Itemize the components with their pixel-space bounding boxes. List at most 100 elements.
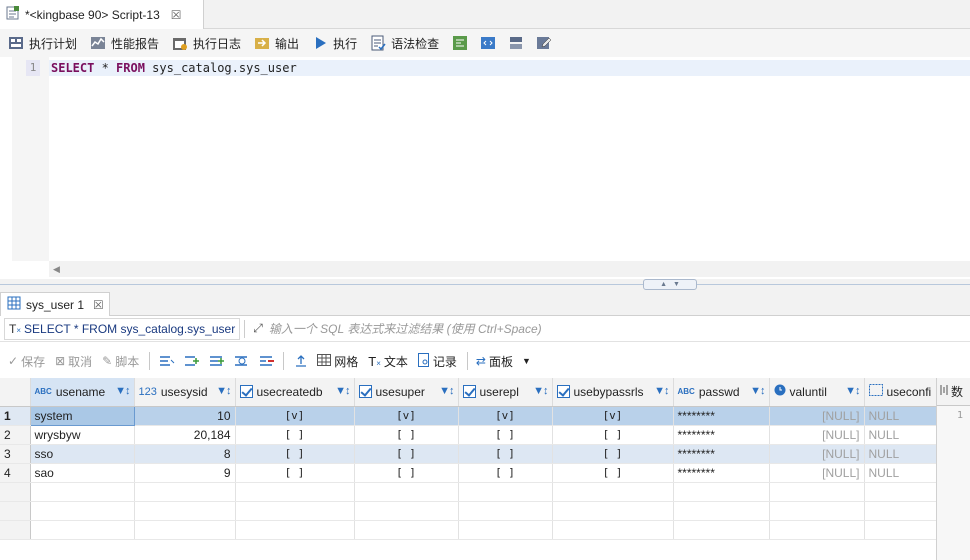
filter-sort-icon[interactable]: ▼↕ bbox=[335, 385, 350, 397]
table-row[interactable]: 4 sao 9 [ ] [ ] [ ] [ ] ******** [NULL] … bbox=[0, 463, 937, 483]
table-cell[interactable]: ******** bbox=[673, 444, 770, 464]
column-header-usecreatedb[interactable]: usecreatedb ▼↕ bbox=[235, 378, 355, 407]
save-button[interactable]: ✓ 保存 bbox=[8, 353, 45, 370]
table-cell[interactable]: [ ] bbox=[552, 425, 674, 445]
close-icon[interactable]: ☒ bbox=[171, 8, 182, 22]
edit-pencil-icon[interactable] bbox=[535, 34, 553, 52]
table-cell[interactable]: [v] bbox=[235, 406, 355, 426]
insert-row-icon[interactable] bbox=[183, 352, 201, 370]
close-icon[interactable]: ☒ bbox=[93, 298, 104, 312]
grid-view-button[interactable]: 网格 bbox=[317, 353, 358, 370]
layout-panel-icon[interactable] bbox=[507, 34, 525, 52]
filter-sort-icon[interactable]: ▼↕ bbox=[115, 385, 130, 397]
table-cell[interactable]: ******** bbox=[673, 425, 770, 445]
duplicate-row-icon[interactable] bbox=[208, 352, 226, 370]
text-view-button[interactable]: T× 文本 bbox=[368, 353, 408, 370]
table-cell[interactable]: [ ] bbox=[458, 444, 553, 464]
row-number[interactable]: 3 bbox=[0, 444, 31, 464]
row-number[interactable]: 4 bbox=[0, 463, 31, 483]
table-cell[interactable]: [ ] bbox=[235, 444, 355, 464]
code-line[interactable]: SELECT * FROM sys_catalog.sys_user bbox=[49, 60, 970, 76]
column-header-passwd[interactable]: ABC passwd ▼↕ bbox=[673, 378, 770, 407]
filter-sort-icon[interactable]: ▼↕ bbox=[439, 385, 454, 397]
table-cell[interactable]: [ ] bbox=[552, 444, 674, 464]
row-number[interactable]: 2 bbox=[0, 425, 31, 445]
splitter-grip[interactable]: ▲ ▼ bbox=[643, 279, 697, 290]
result-grid[interactable]: ABC usename ▼↕ 123 usesysid ▼↕ usecreatedb ▼↕… bbox=[0, 378, 970, 560]
record-view-button[interactable]: 记录 bbox=[417, 352, 457, 370]
filter-sort-icon[interactable]: ▼↕ bbox=[845, 385, 860, 397]
delete-row-icon[interactable] bbox=[258, 352, 276, 370]
value-panel[interactable]: 数 1 bbox=[936, 378, 970, 560]
filter-sort-icon[interactable]: ▼↕ bbox=[533, 385, 548, 397]
table-row[interactable]: 3 sso 8 [ ] [ ] [ ] [ ] ******** [NULL] … bbox=[0, 444, 937, 464]
performance-report-button[interactable]: 性能报告 bbox=[89, 31, 159, 55]
table-cell[interactable]: [ ] bbox=[235, 425, 355, 445]
table-cell[interactable]: NULL bbox=[864, 463, 937, 483]
table-cell[interactable]: [NULL] bbox=[769, 425, 865, 445]
edit-row-icon[interactable] bbox=[158, 352, 176, 370]
table-cell[interactable]: wrysbyw bbox=[30, 425, 135, 445]
table-cell[interactable]: [ ] bbox=[552, 463, 674, 483]
output-button[interactable]: 输出 bbox=[253, 31, 299, 55]
format-sql-icon[interactable] bbox=[451, 34, 469, 52]
results-tab[interactable]: sys_user 1 ☒ bbox=[0, 292, 110, 316]
table-cell[interactable]: [NULL] bbox=[769, 463, 865, 483]
panels-button[interactable]: ⇄ 面板 ▼ bbox=[476, 353, 531, 370]
table-cell[interactable]: [ ] bbox=[458, 425, 553, 445]
table-cell[interactable]: 8 bbox=[134, 444, 236, 464]
collapse-up-icon[interactable]: ▲ bbox=[660, 281, 667, 288]
filter-sort-icon[interactable]: ▼↕ bbox=[654, 385, 669, 397]
table-cell[interactable]: [v] bbox=[458, 406, 553, 426]
table-cell[interactable]: NULL bbox=[864, 406, 937, 426]
table-cell[interactable]: NULL bbox=[864, 444, 937, 464]
horizontal-scrollbar[interactable]: ◀ bbox=[49, 261, 970, 277]
table-cell[interactable]: [NULL] bbox=[769, 444, 865, 464]
table-cell[interactable]: sso bbox=[30, 444, 135, 464]
scroll-left-icon[interactable]: ◀ bbox=[53, 264, 60, 275]
table-row[interactable]: 1 system 10 [v] [v] [v] [v] ******** [NU… bbox=[0, 405, 937, 426]
filter-sort-icon[interactable]: ▼↕ bbox=[750, 385, 765, 397]
code-template-icon[interactable] bbox=[479, 34, 497, 52]
editor-tab-script[interactable]: *<kingbase 90> Script-13 ☒ bbox=[0, 0, 204, 29]
panel-splitter[interactable]: ▲ ▼ bbox=[0, 279, 970, 291]
table-row[interactable]: 2 wrysbyw 20,184 [ ] [ ] [ ] [ ] *******… bbox=[0, 425, 937, 445]
table-cell[interactable]: 10 bbox=[134, 406, 236, 426]
table-cell[interactable]: [v] bbox=[354, 406, 459, 426]
explain-plan-button[interactable]: 执行计划 bbox=[7, 31, 77, 55]
table-cell[interactable]: system bbox=[29, 405, 135, 426]
sql-editor[interactable]: 1 SELECT * FROM sys_catalog.sys_user ◀ bbox=[0, 57, 970, 279]
column-header-useconfig[interactable]: useconfi bbox=[864, 378, 937, 407]
column-header-userepl[interactable]: userepl ▼↕ bbox=[458, 378, 553, 407]
table-cell[interactable]: 20,184 bbox=[134, 425, 236, 445]
syntax-check-button[interactable]: 语法检查 bbox=[369, 31, 439, 55]
row-number[interactable]: 1 bbox=[0, 406, 31, 426]
table-cell[interactable]: 9 bbox=[134, 463, 236, 483]
filter-sort-icon[interactable]: ▼↕ bbox=[216, 385, 231, 397]
column-header-usename[interactable]: ABC usename ▼↕ bbox=[30, 378, 135, 407]
chevron-down-icon[interactable]: ▼ bbox=[522, 356, 531, 366]
expand-icon[interactable]: ⤢ bbox=[253, 321, 263, 336]
refresh-row-icon[interactable] bbox=[233, 352, 251, 370]
table-cell[interactable]: [ ] bbox=[354, 463, 459, 483]
table-cell[interactable]: [NULL] bbox=[769, 406, 865, 426]
column-header-usesuper[interactable]: usesuper ▼↕ bbox=[354, 378, 459, 407]
execute-button[interactable]: 执行 bbox=[311, 31, 357, 55]
table-cell[interactable]: [ ] bbox=[354, 444, 459, 464]
script-button[interactable]: ✎ 脚本 bbox=[102, 353, 139, 370]
column-header-usesysid[interactable]: 123 usesysid ▼↕ bbox=[134, 378, 236, 407]
table-cell[interactable]: [ ] bbox=[235, 463, 355, 483]
collapse-down-icon[interactable]: ▼ bbox=[673, 281, 680, 288]
column-header-usebypassrls[interactable]: usebypassrls ▼↕ bbox=[552, 378, 674, 407]
table-cell[interactable]: ******** bbox=[673, 463, 770, 483]
column-header-valuntil[interactable]: valuntil ▼↕ bbox=[769, 378, 865, 407]
table-cell[interactable]: ******** bbox=[673, 406, 770, 426]
filter-input[interactable]: ⤢ 输入一个 SQL 表达式来过滤结果 (使用 Ctrl+Space) bbox=[249, 318, 970, 340]
table-cell[interactable]: NULL bbox=[864, 425, 937, 445]
table-cell[interactable]: [ ] bbox=[354, 425, 459, 445]
cancel-button[interactable]: ⊠ 取消 bbox=[55, 353, 92, 370]
table-cell[interactable]: sao bbox=[30, 463, 135, 483]
export-icon[interactable] bbox=[292, 352, 310, 370]
execution-log-button[interactable]: 执行日志 bbox=[171, 31, 241, 55]
table-cell[interactable]: [v] bbox=[552, 406, 674, 426]
